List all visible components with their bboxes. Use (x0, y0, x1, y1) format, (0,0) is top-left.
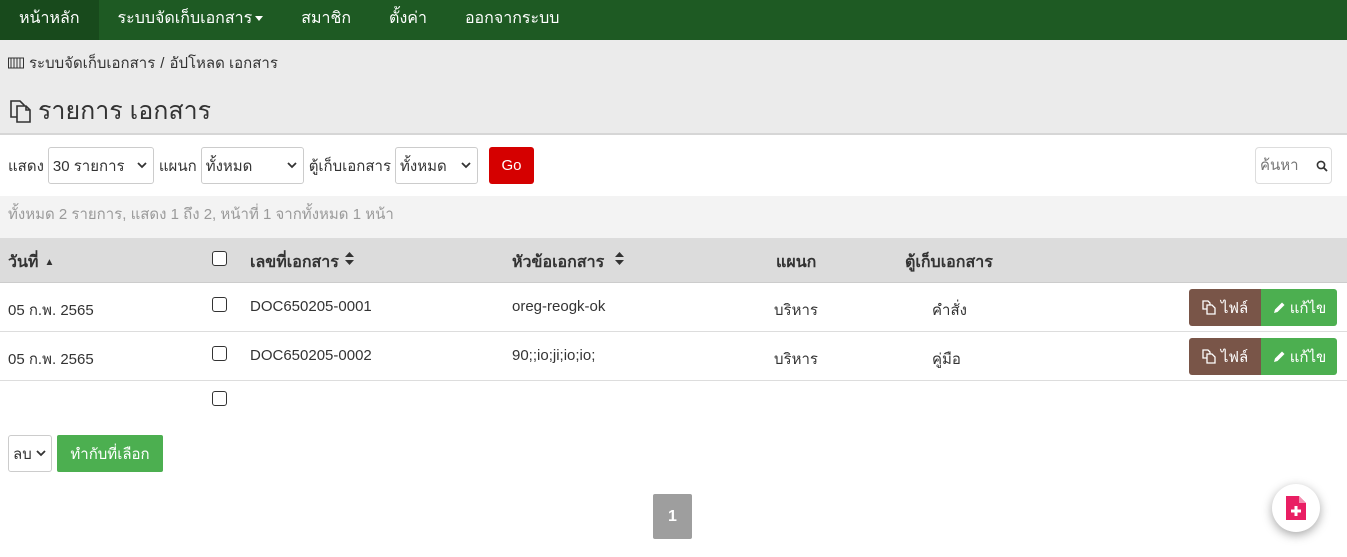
dept-value: ทั้งหมด (205, 157, 253, 175)
edit-button-label: แก้ไข (1289, 348, 1327, 366)
table-header: วันที่ ▲ เลขที่เอกสาร หัวข้อเอกสาร แผนก ต… (0, 238, 1347, 283)
chevron-down-icon (287, 162, 297, 169)
page-title-text: รายการ เอกสาร (38, 97, 212, 125)
table-row: 05 ก.พ. 2565 DOC650205-0001 oreg-reogk-o… (0, 283, 1347, 332)
row-date: 05 ก.พ. 2565 (8, 302, 94, 319)
cabinet-icon (8, 57, 24, 69)
search-icon[interactable] (1316, 160, 1328, 172)
file-add-icon (1286, 496, 1306, 520)
nav-settings[interactable]: ตั้งค่า (370, 0, 446, 40)
result-summary: ทั้งหมด 2 รายการ, แสดง 1 ถึง 2, หน้าที่ … (0, 196, 1347, 238)
apply-selected-button[interactable]: ทำกับที่เลือก (57, 435, 163, 472)
row-checkbox[interactable] (212, 346, 227, 361)
cabinet-label: ตู้เก็บเอกสาร (308, 157, 392, 175)
caret-down-icon (255, 16, 264, 22)
search-box (1255, 147, 1332, 184)
row-docno[interactable]: DOC650205-0001 (250, 298, 372, 315)
row-subject: 90;;io;ji;io;io; (512, 347, 596, 364)
file-button-label: ไฟล์ (1220, 348, 1249, 366)
col-dept-header: แผนก (776, 254, 817, 271)
table-row: 05 ก.พ. 2565 DOC650205-0002 90;;io;ji;io… (0, 332, 1347, 381)
chevron-down-icon (137, 162, 147, 169)
sort-both-icon (614, 252, 624, 268)
row-date: 05 ก.พ. 2565 (8, 351, 94, 368)
row-dept: บริหาร (774, 351, 818, 368)
nav-members[interactable]: สมาชิก (282, 0, 370, 40)
page-size-value: 30 รายการ (52, 157, 125, 175)
file-button-label: ไฟล์ (1220, 299, 1249, 317)
col-cabinet-header: ตู้เก็บเอกสาร (905, 254, 993, 271)
select-all-checkbox[interactable] (212, 251, 227, 266)
bulk-action-value: ลบ (13, 445, 32, 463)
nav-home[interactable]: หน้าหลัก (0, 0, 99, 40)
filter-bar: แสดง 30 รายการ แผนก ทั้งหมด ตู้เก็บเอกสา… (8, 147, 535, 184)
col-docno-header[interactable]: เลขที่เอกสาร (250, 250, 354, 275)
row-docno[interactable]: DOC650205-0002 (250, 347, 372, 364)
cabinet-value: ทั้งหมด (400, 157, 447, 175)
col-docno-label: เลขที่เอกสาร (250, 254, 339, 271)
breadcrumb: ระบบจัดเก็บเอกสาร / อัปโหลด เอกสาร (8, 51, 278, 75)
add-document-fab[interactable] (1272, 484, 1320, 532)
pencil-icon (1273, 351, 1285, 362)
sort-both-icon (344, 252, 354, 268)
chevron-down-icon (461, 162, 471, 169)
show-label: แสดง (8, 157, 44, 175)
bulk-action-select[interactable]: ลบ (8, 435, 52, 472)
col-subject-header[interactable]: หัวข้อเอกสาร (512, 250, 624, 275)
sort-arrows-icon (344, 252, 354, 265)
breadcrumb-separator: / (160, 54, 165, 72)
row-subject: oreg-reogk-ok (512, 298, 606, 315)
nav-docs-dropdown[interactable]: ระบบจัดเก็บเอกสาร (99, 0, 283, 40)
edit-button-label: แก้ไข (1289, 299, 1327, 317)
row-cabinet: คู่มือ (932, 351, 961, 368)
col-date-header[interactable]: วันที่ ▲ (8, 250, 54, 275)
row-dept: บริหาร (774, 302, 818, 319)
sort-asc-icon: ▲ (44, 257, 55, 268)
nav-logout[interactable]: ออกจากระบบ (446, 0, 578, 40)
page-header: ระบบจัดเก็บเอกสาร / อัปโหลด เอกสาร รายกา… (0, 40, 1347, 135)
nav-docs-label: ระบบจัดเก็บเอกสาร (117, 10, 253, 27)
page-size-select[interactable]: 30 รายการ (47, 147, 154, 184)
breadcrumb-root[interactable]: ระบบจัดเก็บเอกสาร (29, 51, 155, 75)
file-copy-icon (1202, 349, 1216, 364)
top-navbar: หน้าหลัก ระบบจัดเก็บเอกสาร สมาชิก ตั้งค่… (0, 0, 1347, 40)
row-checkbox[interactable] (212, 297, 227, 312)
dept-select[interactable]: ทั้งหมด (200, 147, 304, 184)
breadcrumb-current: อัปโหลด เอกสาร (169, 55, 278, 72)
documents-icon (10, 100, 31, 123)
sort-arrows-icon (614, 252, 624, 265)
pencil-icon (1273, 302, 1285, 313)
footer-select-all-checkbox[interactable] (212, 391, 227, 406)
file-copy-icon (1202, 300, 1216, 315)
col-date-label: วันที่ (8, 254, 39, 271)
col-subject-label: หัวข้อเอกสาร (512, 254, 605, 271)
row-cabinet: คำสั่ง (932, 302, 967, 319)
dept-label: แผนก (158, 157, 197, 175)
page-title: รายการ เอกสาร (8, 91, 211, 131)
cabinet-select[interactable]: ทั้งหมด (395, 147, 479, 184)
go-button[interactable]: Go (489, 147, 535, 184)
chevron-down-icon (36, 450, 46, 457)
file-button[interactable]: ไฟล์ (1189, 338, 1261, 375)
edit-button[interactable]: แก้ไข (1261, 338, 1337, 375)
search-input[interactable] (1260, 157, 1310, 174)
edit-button[interactable]: แก้ไข (1261, 289, 1337, 326)
file-button[interactable]: ไฟล์ (1189, 289, 1261, 326)
pagination-page[interactable]: 1 (653, 494, 692, 539)
